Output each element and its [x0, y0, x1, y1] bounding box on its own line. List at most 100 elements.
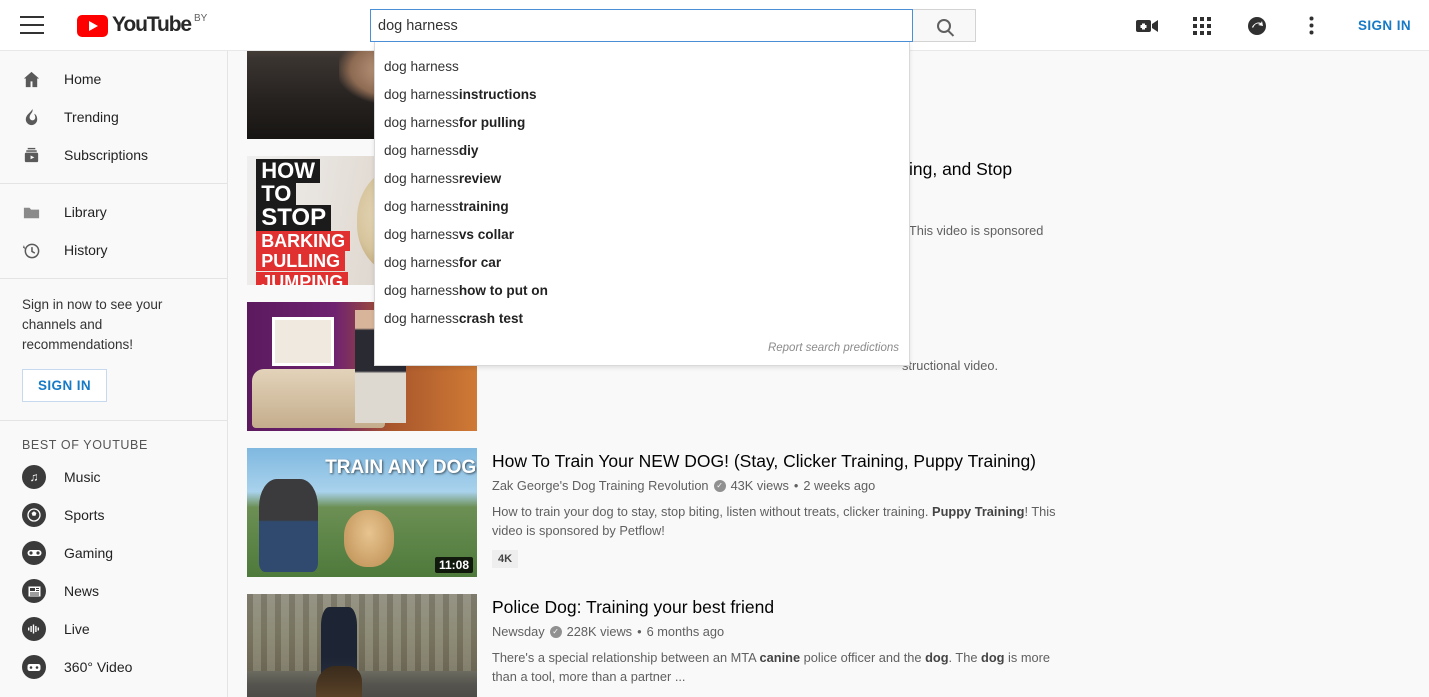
- sidebar-item-history[interactable]: History: [0, 231, 227, 269]
- suggestion-base: dog harness: [384, 283, 459, 298]
- suggestion-base: dog harness: [384, 59, 459, 74]
- sidebar-item-music[interactable]: ♫ Music: [0, 458, 227, 496]
- verified-badge-icon: ✓: [714, 480, 726, 492]
- vr-headset-icon: [22, 655, 48, 679]
- view-count: 228K views: [567, 624, 632, 639]
- notifications-icon[interactable]: [1244, 13, 1270, 39]
- view-count: 43K views: [731, 478, 789, 493]
- search-input[interactable]: [370, 9, 913, 42]
- suggestion-completion: how to put on: [459, 283, 548, 298]
- channel-name[interactable]: Zak George's Dog Training Revolution: [492, 478, 709, 493]
- description-part: . The: [949, 650, 982, 665]
- sidebar-item-home[interactable]: Home: [0, 60, 227, 98]
- suggestion-base: dog harness: [384, 311, 459, 326]
- logo-wordmark: YouTube: [112, 13, 191, 37]
- search-button[interactable]: [913, 9, 976, 42]
- suggestion-base: dog harness: [384, 115, 459, 130]
- suggestion-base: dog harness: [384, 143, 459, 158]
- video-title[interactable]: How To Train Your NEW DOG! (Stay, Clicke…: [492, 450, 1057, 472]
- suggestion-completion: crash test: [459, 311, 523, 326]
- search-result-item[interactable]: TRAIN ANY DOG 11:08 How To Train Your NE…: [228, 448, 1429, 577]
- sidebar-item-360-video[interactable]: 360° Video: [0, 648, 227, 686]
- home-icon: [22, 70, 48, 89]
- report-search-predictions-link[interactable]: Report search predictions: [768, 342, 899, 354]
- verified-badge-icon: ✓: [550, 626, 562, 638]
- sidebar-item-label: Live: [64, 621, 90, 637]
- news-paper-icon: [22, 579, 48, 603]
- search-result-item[interactable]: 15:23 Police Dog: Training your best fri…: [228, 594, 1429, 697]
- sidebar-item-library[interactable]: Library: [0, 193, 227, 231]
- sidebar-item-sports[interactable]: Sports: [0, 496, 227, 534]
- search-area: [370, 9, 976, 42]
- thumb-text-line: HOW: [256, 159, 320, 183]
- sidebar-item-label: Subscriptions: [64, 147, 148, 163]
- video-info: Police Dog: Training your best friend Ne…: [492, 594, 1064, 697]
- more-vertical-icon[interactable]: [1299, 13, 1325, 39]
- description-part: How to train your dog to stay, stop biti…: [492, 504, 932, 519]
- video-metadata: Newsday ✓ 228K views • 6 months ago: [492, 624, 1064, 639]
- sidebar-item-trending[interactable]: Trending: [0, 98, 227, 136]
- sidebar-item-label: News: [64, 583, 99, 599]
- suggestion-completion: for pulling: [459, 115, 525, 130]
- suggestion-base: dog harness: [384, 255, 459, 270]
- suggestion-item[interactable]: dog harness instructions: [375, 80, 909, 108]
- suggestion-completion: for car: [459, 255, 501, 270]
- trending-flame-icon: [22, 108, 48, 127]
- description-part: There's a special relationship between a…: [492, 650, 760, 665]
- suggestion-item[interactable]: dog harness review: [375, 164, 909, 192]
- music-note-icon: ♫: [22, 465, 48, 489]
- sidebar-item-label: Trending: [64, 109, 119, 125]
- suggestion-item[interactable]: dog harness: [375, 52, 909, 80]
- suggestion-base: dog harness: [384, 171, 459, 186]
- video-duration-badge: 11:08: [435, 557, 473, 573]
- suggestion-base: dog harness: [384, 227, 459, 242]
- suggestion-item[interactable]: dog harness diy: [375, 136, 909, 164]
- upload-age: 2 weeks ago: [803, 478, 875, 493]
- apps-grid-icon[interactable]: [1189, 13, 1215, 39]
- sidebar-item-live[interactable]: Live: [0, 610, 227, 648]
- hamburger-menu-icon[interactable]: [20, 16, 44, 34]
- youtube-logo[interactable]: YouTube BY: [77, 13, 207, 37]
- sidebar-item-label: 360° Video: [64, 659, 132, 675]
- top-right-icon-group: SIGN IN: [1134, 0, 1411, 51]
- video-description: How to train your dog to stay, stop biti…: [492, 502, 1057, 540]
- sidebar-sign-in-promo: Sign in now to see your channels and rec…: [0, 279, 227, 421]
- channel-name[interactable]: Newsday: [492, 624, 545, 639]
- subscriptions-icon: [22, 146, 48, 165]
- upload-video-icon[interactable]: [1134, 13, 1160, 39]
- video-thumbnail[interactable]: TRAIN ANY DOG 11:08: [247, 448, 477, 577]
- suggestion-item[interactable]: dog harness training: [375, 192, 909, 220]
- sidebar-item-label: Gaming: [64, 545, 113, 561]
- meta-separator: •: [794, 478, 798, 493]
- sidebar-item-news[interactable]: News: [0, 572, 227, 610]
- thumb-text-line: TO: [256, 182, 296, 206]
- description-highlight: dog: [981, 650, 1004, 665]
- video-info: How To Train Your NEW DOG! (Stay, Clicke…: [492, 448, 1057, 577]
- left-sidebar: Home Trending Subscriptions Library: [0, 51, 228, 697]
- video-title[interactable]: Police Dog: Training your best friend: [492, 596, 1064, 618]
- sidebar-item-subscriptions[interactable]: Subscriptions: [0, 136, 227, 174]
- suggestion-item[interactable]: dog harness vs collar: [375, 220, 909, 248]
- gaming-controller-icon: [22, 541, 48, 565]
- suggestion-item[interactable]: dog harness for pulling: [375, 108, 909, 136]
- play-triangle-icon: [77, 15, 108, 37]
- resolution-badge: 4K: [492, 550, 518, 568]
- video-thumbnail[interactable]: 15:23: [247, 594, 477, 697]
- sidebar-primary-group: Home Trending Subscriptions: [0, 51, 227, 184]
- history-clock-icon: [22, 241, 48, 260]
- thumb-text-line: JUMPING: [256, 272, 348, 285]
- best-of-youtube-heading: BEST OF YOUTUBE: [0, 421, 227, 458]
- suggestion-completion: training: [459, 199, 509, 214]
- suggestion-item[interactable]: dog harness crash test: [375, 304, 909, 332]
- suggestion-item[interactable]: dog harness how to put on: [375, 276, 909, 304]
- sign-in-button-sidebar[interactable]: SIGN IN: [22, 369, 107, 402]
- suggestion-completion: diy: [459, 143, 479, 158]
- description-highlight: Puppy Training: [932, 504, 1024, 519]
- sidebar-item-label: Library: [64, 204, 107, 220]
- sign-in-button-top[interactable]: SIGN IN: [1358, 18, 1411, 33]
- sidebar-item-gaming[interactable]: Gaming: [0, 534, 227, 572]
- thumb-text-line: BARKING: [256, 231, 350, 251]
- video-description: There's a special relationship between a…: [492, 648, 1064, 686]
- sidebar-secondary-group: Library History: [0, 184, 227, 279]
- suggestion-item[interactable]: dog harness for car: [375, 248, 909, 276]
